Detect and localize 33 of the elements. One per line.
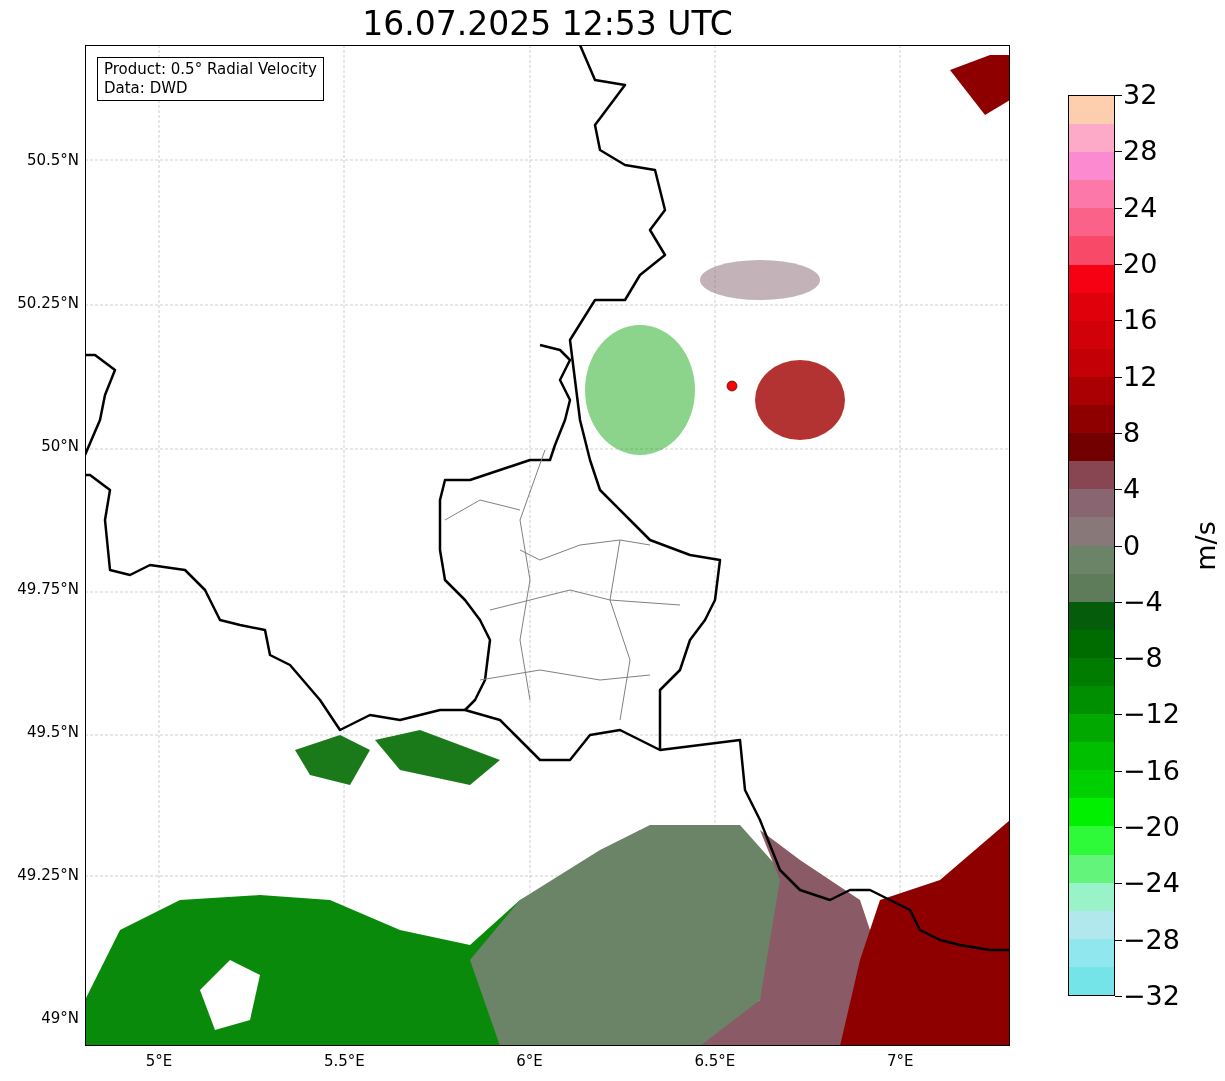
colorbar-tick-label: 24	[1123, 191, 1158, 224]
latitude-label: 50.25°N	[17, 294, 79, 312]
colorbar-tick-label: −28	[1123, 923, 1180, 956]
legend-text: Data: DWD	[104, 79, 189, 98]
colorbar-tick-label: −8	[1123, 642, 1163, 675]
colorbar-tick-label: −20	[1123, 811, 1180, 844]
legend-text: Product: 0.5° Radial Velocity	[104, 60, 317, 79]
longitude-label: 6.5°E	[693, 1052, 737, 1070]
latitude-label: 49.5°N	[26, 723, 79, 741]
colorbar-tick-label: −24	[1123, 867, 1180, 900]
colorbar-tick-label: 28	[1123, 135, 1158, 168]
colorbar-tick-label: 4	[1123, 473, 1141, 506]
colorbar-tick-label: 32	[1123, 79, 1158, 111]
longitude-label: 5.5°E	[322, 1052, 366, 1070]
latitude-label: 49.25°N	[17, 866, 79, 884]
latitude-label: 50°N	[41, 437, 79, 455]
colorbar-tick-label: 0	[1123, 529, 1141, 562]
colorbar-tick-label: −16	[1123, 754, 1180, 787]
longitude-label: 7°E	[885, 1052, 915, 1070]
longitude-label: 5°E	[144, 1052, 174, 1070]
colorbar-tick-label: 16	[1123, 304, 1158, 337]
latitude-label: 50.5°N	[26, 151, 79, 169]
latitude-label: 49.75°N	[17, 580, 79, 598]
chart-title: 16.07.2025 12:53 UTC	[361, 4, 734, 44]
colorbar-label: m/s	[1189, 521, 1222, 571]
colorbar-tick-label: −12	[1123, 698, 1180, 731]
colorbar-tick-label: 8	[1123, 416, 1141, 449]
colorbar-tick-label: −4	[1123, 585, 1163, 618]
colorbar-tick-label: 12	[1123, 360, 1158, 393]
colorbar-tick-label: −32	[1123, 980, 1180, 1012]
colorbar-tick-label: 20	[1123, 247, 1158, 280]
latitude-label: 49°N	[41, 1009, 79, 1027]
longitude-label: 6°E	[515, 1052, 544, 1070]
